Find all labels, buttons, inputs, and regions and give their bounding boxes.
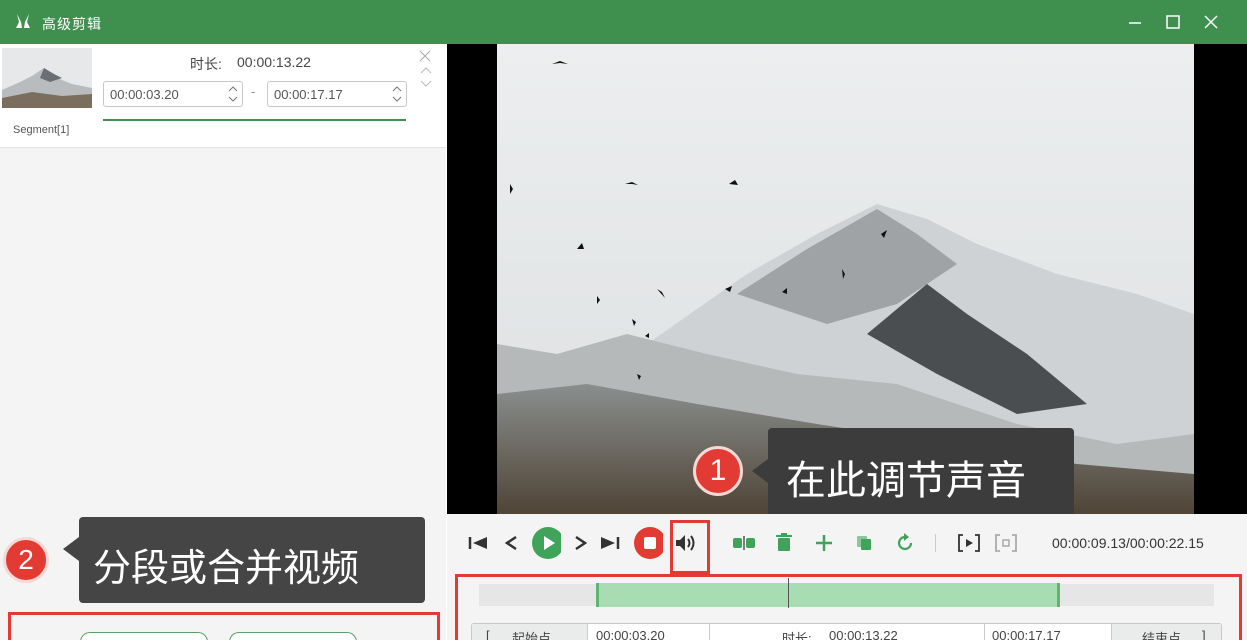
close-icon — [419, 50, 431, 62]
segment-thumbnail — [2, 48, 92, 108]
window-title: 高级剪辑 — [42, 16, 102, 32]
previous-frame-button[interactable] — [496, 528, 526, 558]
play-icon — [532, 527, 561, 559]
duration-label: 时长: — [190, 56, 222, 72]
skip-to-start-icon — [468, 537, 487, 549]
stop-icon — [634, 527, 663, 559]
stop-button[interactable] — [633, 527, 663, 559]
segment-button-2[interactable] — [229, 632, 357, 640]
segment-name: Segment[1] — [13, 124, 70, 136]
segment-button-1[interactable] — [80, 632, 208, 640]
rabbit-logo-icon — [16, 14, 30, 28]
close-icon — [1204, 15, 1218, 29]
field-divider — [984, 624, 985, 640]
close-button[interactable] — [1198, 10, 1224, 34]
plus-icon — [816, 535, 832, 551]
segment-progress-fill — [103, 119, 406, 121]
start-time-input[interactable]: 00:00:03.20 — [103, 81, 243, 107]
split-button[interactable] — [729, 528, 759, 558]
annotation-2-badge: 2 — [3, 537, 49, 583]
end-time-value: 00:00:17.17 — [274, 87, 343, 102]
segment-time-bar: [ 起始点 00:00:03.20 时长: 00:00:13.22 00:00:… — [471, 623, 1222, 640]
next-frame-icon — [575, 535, 588, 551]
player-controls: 00:00:09.13/00:00:22.15 — [447, 514, 1247, 574]
skip-to-end-icon — [601, 537, 620, 549]
field-divider — [709, 624, 710, 640]
title-bar: 高级剪辑 — [0, 0, 1247, 44]
play-button[interactable] — [531, 527, 561, 559]
chevron-up-icon — [420, 67, 432, 74]
highlight-frame-segment-buttons — [8, 612, 440, 640]
minimize-icon — [1129, 22, 1141, 24]
timeline-start-time[interactable]: 00:00:03.20 — [596, 628, 665, 640]
annotation-2-callout: 分段或合并视频 — [79, 517, 425, 603]
annotation-1-pointer — [752, 459, 768, 483]
start-point-label: 起始点 — [512, 631, 552, 640]
trash-icon — [776, 533, 792, 551]
bracket-play-icon — [958, 534, 980, 552]
chevron-down-icon — [420, 80, 432, 87]
bracket-stop-icon — [995, 534, 1017, 552]
spinner-arrows-icon — [228, 86, 238, 102]
annotation-1-callout: 在此调节声音 — [768, 428, 1074, 516]
end-point-label: 结束点 — [1142, 631, 1182, 640]
start-point-button[interactable]: [ 起始点 — [472, 624, 588, 640]
reset-button[interactable] — [890, 528, 920, 558]
end-time-spinner[interactable] — [392, 84, 402, 104]
spinner-arrows-icon — [392, 86, 402, 102]
add-button[interactable] — [809, 528, 839, 558]
skip-to-end-button[interactable] — [595, 528, 625, 558]
control-divider — [935, 534, 936, 552]
highlight-frame-volume — [670, 520, 710, 574]
remove-segment-button[interactable] — [419, 49, 431, 66]
previous-frame-icon — [504, 535, 517, 551]
minimize-button[interactable] — [1122, 10, 1148, 34]
timeline-duration-value: 00:00:13.22 — [829, 628, 898, 640]
time-separator: - — [251, 84, 256, 99]
split-icon — [733, 536, 755, 550]
copy-button[interactable] — [849, 528, 879, 558]
maximize-icon — [1166, 15, 1180, 29]
rotate-icon — [897, 533, 913, 551]
skip-to-start-button[interactable] — [463, 528, 493, 558]
timeline-duration-label: 时长: — [782, 631, 812, 640]
set-start-point-button[interactable] — [954, 528, 984, 558]
duration-value: 00:00:13.22 — [237, 54, 311, 70]
segment-card[interactable]: Segment[1] 时长: 00:00:13.22 00:00:03.20 -… — [0, 44, 446, 148]
annotation-1-badge: 1 — [693, 446, 743, 496]
end-time-input[interactable]: 00:00:17.17 — [267, 81, 407, 107]
next-frame-button[interactable] — [566, 528, 596, 558]
set-end-point-button[interactable] — [991, 528, 1021, 558]
bracket-right-icon: ] — [1202, 628, 1206, 640]
end-point-button[interactable]: 结束点 ] — [1111, 624, 1221, 640]
start-time-value: 00:00:03.20 — [110, 87, 179, 102]
start-time-spinner[interactable] — [228, 84, 238, 104]
annotation-2-pointer — [63, 537, 79, 561]
move-up-button[interactable] — [420, 66, 432, 77]
copy-icon — [857, 536, 871, 550]
delete-button[interactable] — [769, 528, 799, 558]
bracket-left-icon: [ — [486, 628, 490, 640]
timeline-end-time[interactable]: 00:00:17.17 — [992, 628, 1061, 640]
playback-time: 00:00:09.13/00:00:22.15 — [1052, 535, 1204, 551]
segment-progress-bar — [103, 119, 406, 121]
maximize-button[interactable] — [1160, 10, 1186, 34]
move-down-button[interactable] — [420, 80, 432, 91]
